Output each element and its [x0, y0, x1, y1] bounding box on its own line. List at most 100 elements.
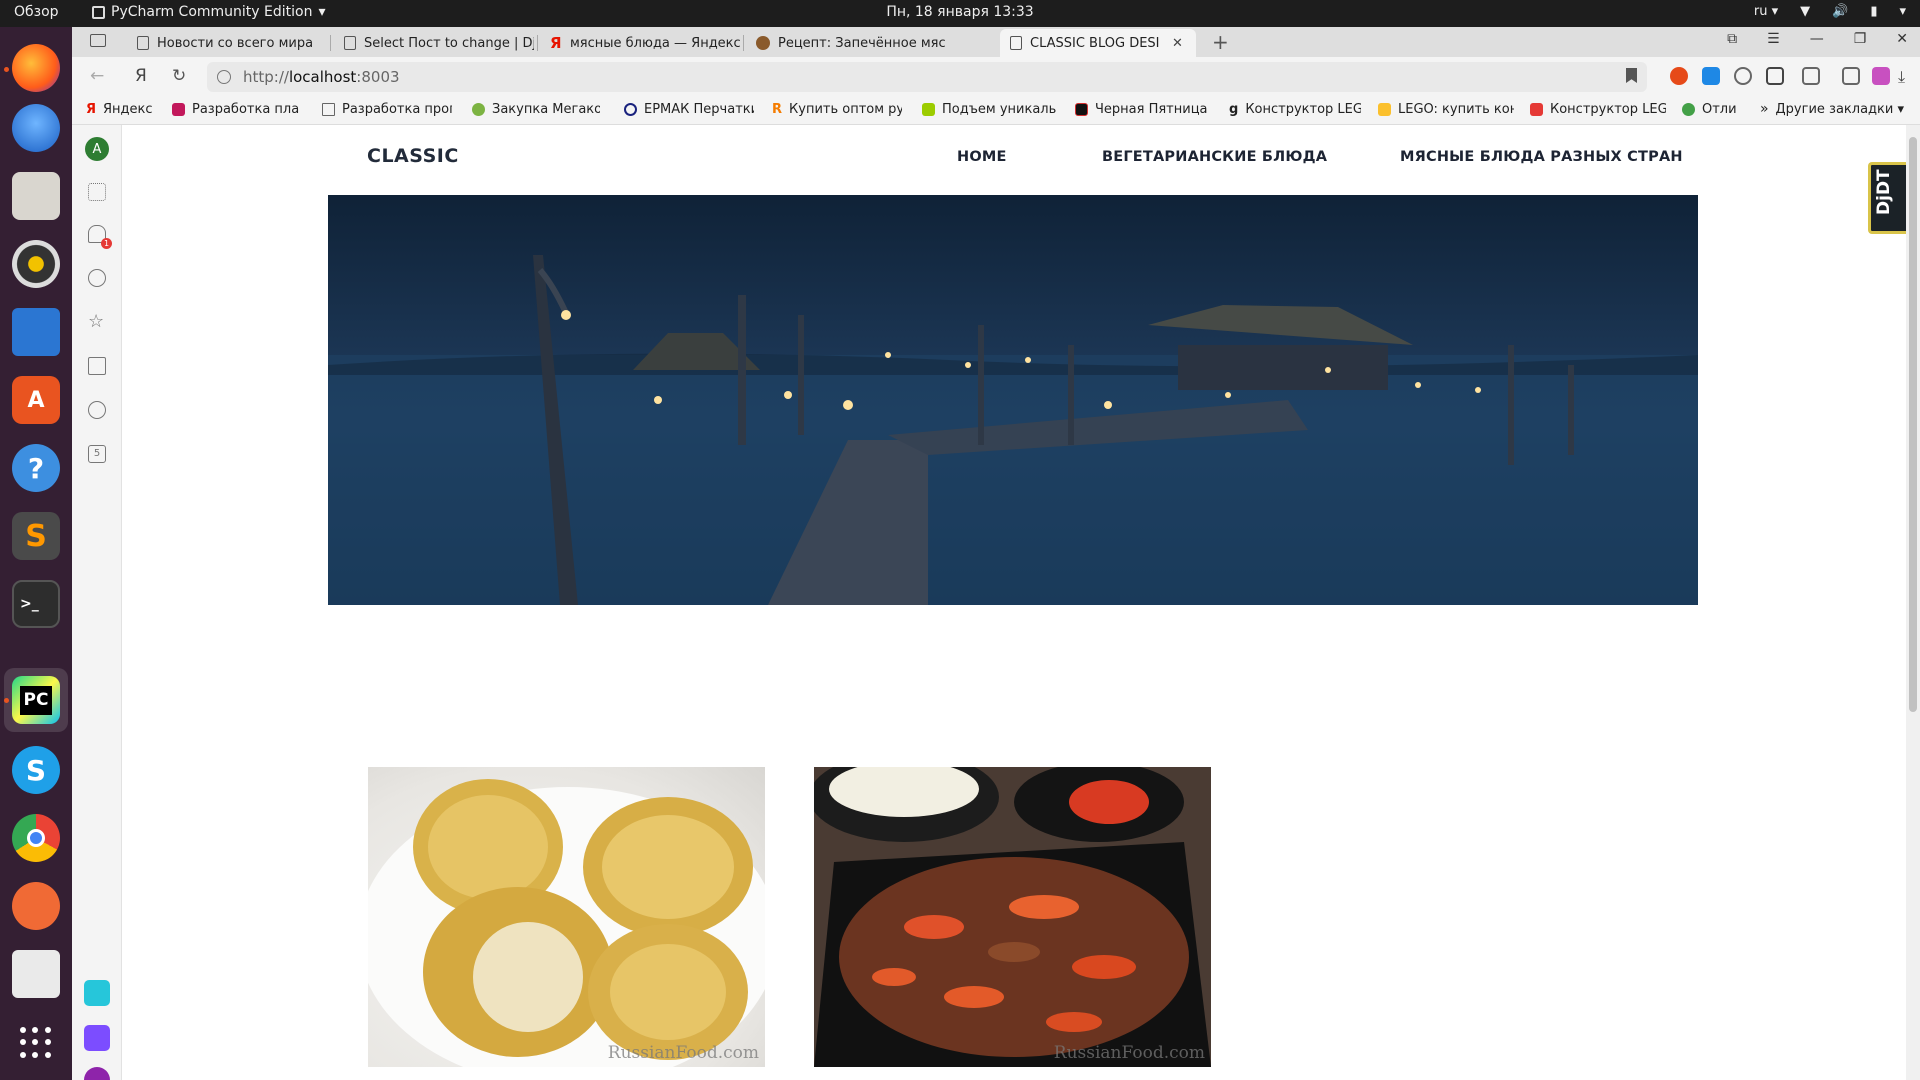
extension-icon[interactable]: [1670, 67, 1688, 85]
running-indicator: [4, 67, 9, 72]
firefox-icon[interactable]: [12, 44, 60, 92]
translate-icon[interactable]: [1702, 67, 1720, 85]
other-bookmarks[interactable]: Другие закладки ▾: [1776, 102, 1904, 117]
history-icon[interactable]: [88, 269, 106, 287]
page-scrollbar[interactable]: [1906, 125, 1920, 1080]
chrome-icon[interactable]: [12, 814, 60, 862]
skype-icon[interactable]: S: [12, 746, 60, 794]
scrollbar-thumb[interactable]: [1909, 137, 1917, 712]
wifi-icon[interactable]: ▼: [1800, 4, 1810, 19]
bookmark-r-icon: R: [772, 102, 783, 117]
ermak-icon: [624, 103, 637, 116]
notes-icon[interactable]: [1842, 67, 1860, 85]
qr-icon[interactable]: [1766, 67, 1784, 85]
collections-icon[interactable]: [88, 357, 106, 375]
tab-yandex-search[interactable]: Я мясные блюда — Яндекс: [540, 29, 740, 57]
app-menu[interactable]: PyCharm Community Edition ▾: [92, 4, 326, 20]
bookmark-item[interactable]: Я Яндекс: [86, 102, 162, 117]
star-icon[interactable]: ☆: [88, 313, 106, 331]
bookmark-item[interactable]: Черная Пятница: [1075, 102, 1213, 117]
tabs-panel-icon[interactable]: [90, 34, 106, 47]
chevron-down-icon: ▾: [318, 4, 326, 20]
tab-classic-blog[interactable]: CLASSIC BLOG DESIGN ✕: [1000, 29, 1196, 57]
share-icon[interactable]: [1802, 67, 1820, 85]
nav-vegetarian[interactable]: ВЕГЕТАРИАНСКИЕ БЛЮДА: [1102, 149, 1327, 165]
collections-icon[interactable]: ⧉: [1727, 31, 1737, 47]
terminal-icon[interactable]: >_: [12, 580, 60, 628]
browser-sidebar: A 1 ☆ 5: [72, 125, 122, 1080]
bookmark-item[interactable]: LEGO: купить кон: [1378, 102, 1514, 117]
page-icon: [137, 36, 149, 50]
sublime-icon[interactable]: S: [12, 512, 60, 560]
bookmark-item[interactable]: Закупка Мегаком: [472, 102, 600, 117]
rhythmbox-icon[interactable]: [12, 240, 60, 288]
bookmark-g-icon: g: [1229, 102, 1239, 117]
close-icon[interactable]: ✕: [1172, 36, 1183, 51]
files-icon[interactable]: [12, 172, 60, 220]
tab-strip: Новости со всего мира Select Пост to cha…: [72, 27, 1920, 57]
window-controls: ⧉ ☰ — ❐ ✕: [1727, 31, 1908, 47]
menu-icon[interactable]: ☰: [1767, 31, 1780, 47]
bookmark-item[interactable]: Разработка план: [172, 102, 300, 117]
battery-icon[interactable]: ▮: [1870, 4, 1877, 19]
chrome-center: [27, 829, 45, 847]
tab-django-admin[interactable]: Select Пост to change | Dja: [334, 29, 534, 57]
downloads-icon[interactable]: ⤓: [1898, 67, 1916, 86]
volume-icon[interactable]: 🔊: [1832, 4, 1848, 19]
bookmarks-bar: Я Яндекс Разработка план Разработка прог…: [72, 97, 1920, 125]
alice-app-icon[interactable]: [84, 1025, 110, 1051]
post-image-meat-stir-fry[interactable]: RussianFood.com: [814, 767, 1211, 1067]
writer-icon[interactable]: [12, 308, 60, 356]
bookmark-item[interactable]: Отли: [1682, 102, 1750, 117]
nav-home[interactable]: HOME: [957, 149, 1007, 165]
alice-voice-icon[interactable]: [84, 1067, 110, 1080]
tab-recipe[interactable]: Рецепт: Запечённое мясо: [746, 29, 946, 57]
services-grid-icon[interactable]: [88, 183, 106, 201]
help-icon[interactable]: ?: [12, 444, 60, 492]
restore-icon[interactable]: ❐: [1854, 31, 1867, 47]
new-tab-icon[interactable]: +: [1212, 30, 1229, 54]
os-top-bar: Обзор PyCharm Community Edition ▾ Пн, 18…: [0, 0, 1920, 27]
bookmark-item[interactable]: R Купить оптом ру: [772, 102, 902, 117]
bookmark-icon[interactable]: [1626, 68, 1637, 83]
yandex-home-icon[interactable]: Я: [135, 66, 147, 86]
site-brand[interactable]: CLASSIC: [367, 145, 459, 167]
url-field[interactable]: http://localhost:8003: [207, 62, 1647, 92]
bookmark-item[interactable]: ЕРМАК Перчатки: [624, 102, 754, 117]
language-indicator[interactable]: ru ▾: [1754, 4, 1778, 19]
viewer-icon[interactable]: [12, 950, 60, 998]
show-applications-icon[interactable]: [20, 1027, 52, 1059]
page-icon: [322, 103, 335, 116]
software-icon[interactable]: A: [12, 376, 60, 424]
hero-image: [328, 195, 1698, 605]
vpn-icon[interactable]: [1734, 67, 1752, 85]
bookmark-item[interactable]: g Конструктор LEG: [1229, 102, 1361, 117]
avatar[interactable]: A: [85, 137, 109, 161]
alice-icon[interactable]: [1872, 67, 1890, 85]
django-debug-toolbar-handle[interactable]: DjDT: [1868, 162, 1906, 234]
minimize-icon[interactable]: —: [1810, 31, 1824, 47]
page-icon: [1010, 36, 1022, 50]
pier-night-illustration: [328, 255, 1698, 605]
nav-meat-dishes[interactable]: МЯСНЫЕ БЛЮДА РАЗНЫХ СТРАН: [1400, 149, 1683, 165]
thunderbird-icon[interactable]: [12, 104, 60, 152]
power-menu-icon[interactable]: ▾: [1899, 4, 1906, 19]
pycharm-icon[interactable]: PC: [12, 676, 60, 724]
bookmark-item[interactable]: Разработка прог: [322, 102, 452, 117]
watermark: RussianFood.com: [607, 1043, 759, 1063]
post-image-potato-cutlets[interactable]: RussianFood.com: [368, 767, 765, 1067]
reload-icon[interactable]: ↻: [172, 66, 186, 86]
messenger-icon[interactable]: [84, 980, 110, 1006]
close-window-icon[interactable]: ✕: [1896, 31, 1908, 47]
lego-icon: [1378, 103, 1391, 116]
system-tray[interactable]: ru ▾ ▼ 🔊 ▮ ▾: [1754, 4, 1906, 19]
activities-button[interactable]: Обзор: [14, 4, 59, 20]
inkscape-icon[interactable]: [12, 882, 60, 930]
play-icon[interactable]: [88, 401, 106, 419]
back-icon[interactable]: ←: [90, 66, 104, 86]
bookmark-item[interactable]: Конструктор LEG: [1530, 102, 1666, 117]
bookmark-item[interactable]: Подъем уникальн: [922, 102, 1056, 117]
more-bookmarks-icon[interactable]: »: [1760, 101, 1769, 117]
counter-icon[interactable]: 5: [88, 445, 106, 463]
tab-news[interactable]: Новости со всего мира: [127, 29, 327, 57]
